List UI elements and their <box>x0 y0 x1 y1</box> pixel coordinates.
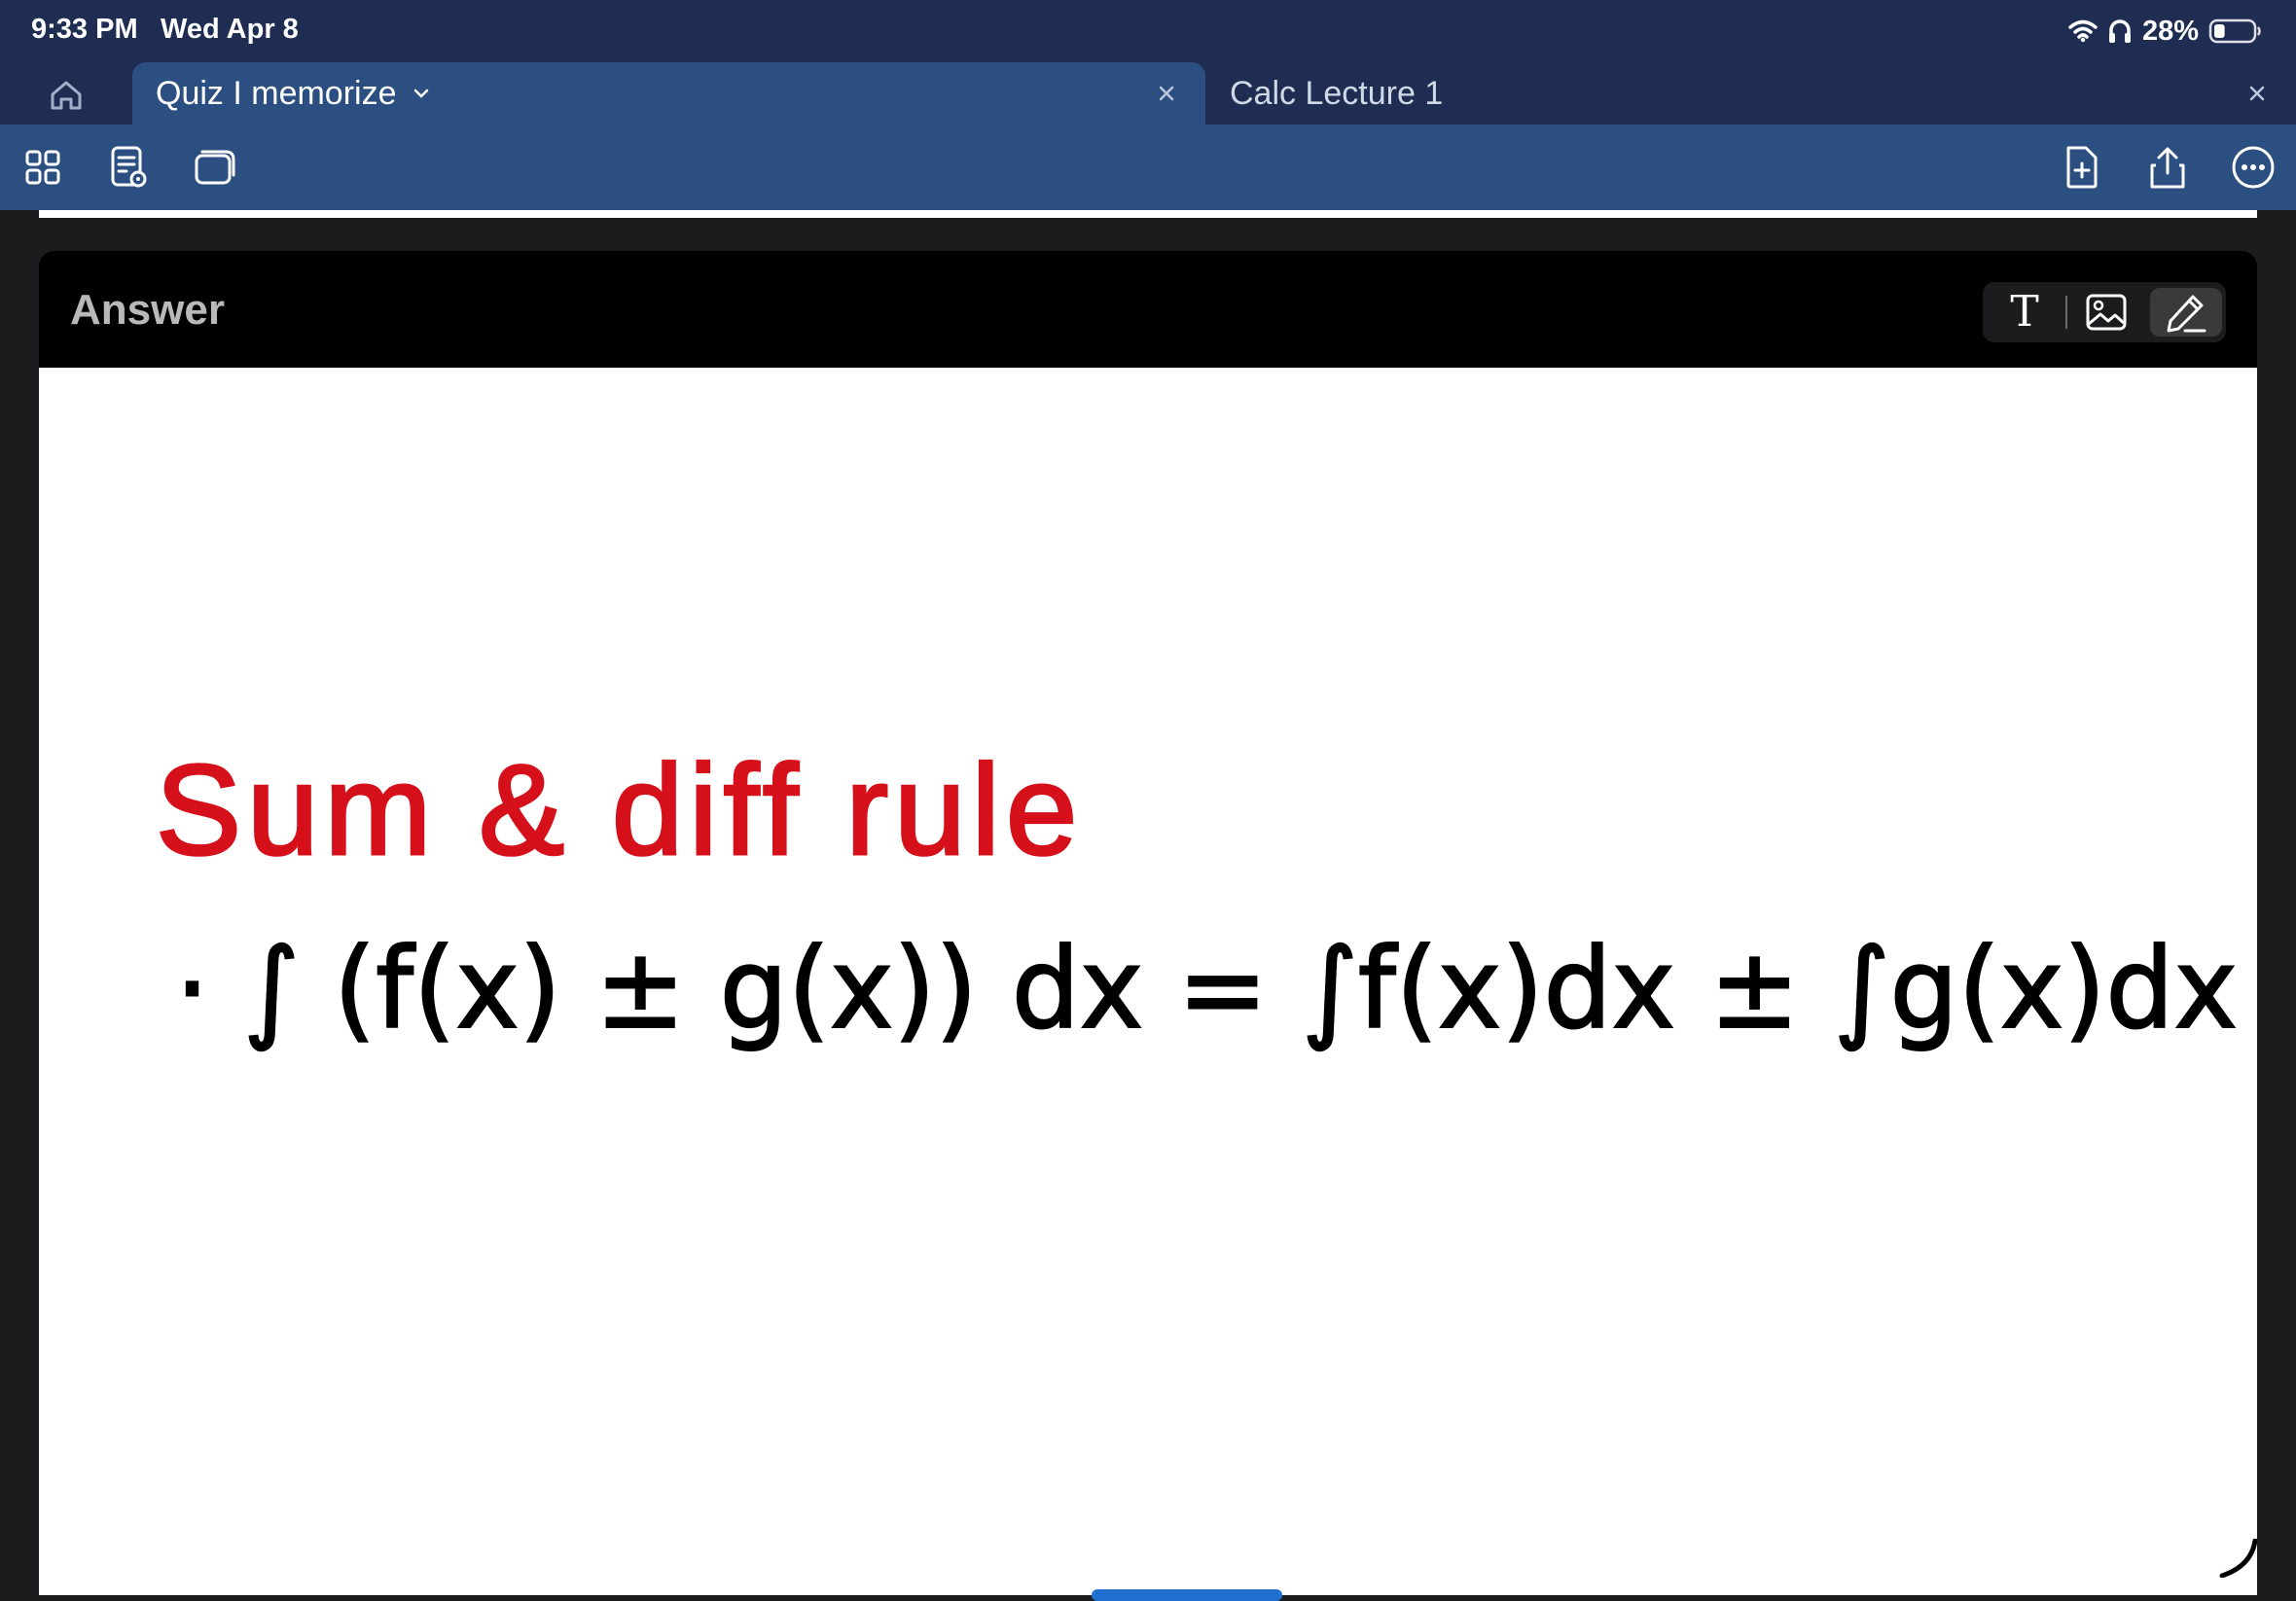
image-mode-button[interactable] <box>2082 288 2131 337</box>
wifi-icon <box>2068 19 2098 43</box>
close-icon[interactable] <box>2245 82 2269 105</box>
tab-calc-lecture[interactable]: Calc Lecture 1 <box>1206 62 2296 125</box>
tab-bar: Quiz I memorize Calc Lecture 1 <box>0 62 2296 125</box>
status-bar: 9:33 PM Wed Apr 8 28% <box>0 0 2296 62</box>
home-icon[interactable] <box>47 76 86 115</box>
card-title: Answer <box>70 286 225 334</box>
cards-icon[interactable] <box>191 144 237 191</box>
close-icon[interactable] <box>1155 82 1178 105</box>
tab-quiz[interactable]: Quiz I memorize <box>132 62 1205 125</box>
grid-view-icon[interactable] <box>19 144 66 191</box>
text-mode-button[interactable]: T <box>2000 288 2049 337</box>
battery-icon <box>2208 18 2261 44</box>
status-time: 9:33 PM <box>31 14 138 45</box>
document-preview-icon[interactable] <box>105 144 152 191</box>
handwritten-heading: Sum & diff rule <box>156 738 1083 881</box>
answer-card-header: Answer T <box>39 251 2257 368</box>
battery-percent: 28% <box>2141 15 2199 47</box>
mode-divider <box>2065 296 2067 329</box>
status-indicators: 28% <box>2068 12 2263 51</box>
more-icon[interactable] <box>2230 144 2277 191</box>
toolbar <box>0 125 2296 210</box>
ink-stroke-fragment <box>2219 1539 2257 1578</box>
pen-icon <box>2167 295 2206 333</box>
status-date: Wed Apr 8 <box>161 14 299 45</box>
previous-card-edge <box>39 210 2257 218</box>
input-mode-switcher: T <box>1983 282 2226 342</box>
headphones-icon <box>2108 19 2131 43</box>
handwritten-formula: · ∫ (f(x) ± g(x)) dx = ∫f(x)dx ± ∫g(x)dx <box>175 924 2238 1053</box>
add-page-icon[interactable] <box>2059 144 2105 191</box>
handwriting-layer: Sum & diff rule · ∫ (f(x) ± g(x)) dx = ∫… <box>155 737 2240 1055</box>
image-icon <box>2086 294 2127 331</box>
answer-canvas[interactable]: Sum & diff rule · ∫ (f(x) ± g(x)) dx = ∫… <box>39 368 2257 1601</box>
home-indicator <box>1092 1589 1282 1601</box>
pen-mode-button[interactable] <box>2150 288 2222 337</box>
tab-label: Quiz I memorize <box>156 74 397 112</box>
share-icon[interactable] <box>2144 144 2191 191</box>
chevron-down-icon[interactable] <box>411 83 432 104</box>
tab-label: Calc Lecture 1 <box>1230 74 1444 112</box>
